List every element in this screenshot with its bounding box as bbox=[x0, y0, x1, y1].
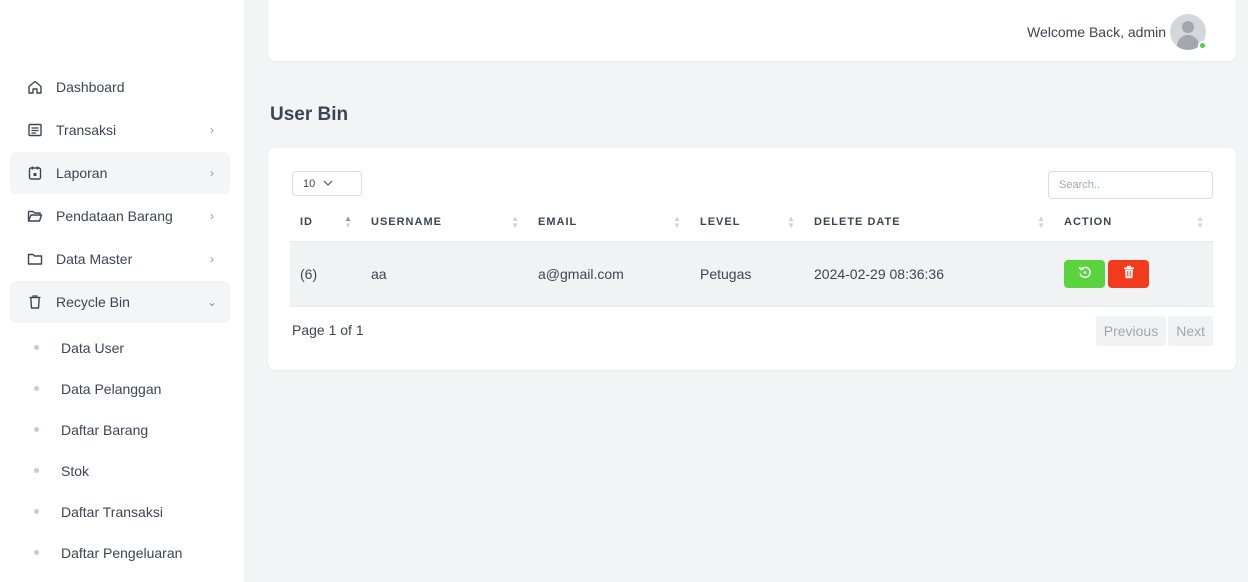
cell-username: aa bbox=[361, 241, 528, 307]
cell-id: (6) bbox=[290, 241, 361, 307]
submenu-item-label: Stok bbox=[61, 462, 90, 479]
sidebar-item-label: Transaksi bbox=[56, 122, 117, 138]
submenu-item-daftar-transaksi[interactable]: Daftar Transaksi bbox=[10, 491, 230, 532]
sort-icon: ▲ ▼ bbox=[1196, 214, 1205, 230]
submenu-item-daftar-pengeluaran[interactable]: Daftar Pengeluaran bbox=[10, 532, 230, 573]
sidebar-item-recycle-bin[interactable]: Recycle Bin ⌄ bbox=[10, 281, 230, 323]
home-icon bbox=[26, 78, 44, 96]
column-header-id[interactable]: ID ▲ ▼ bbox=[290, 204, 361, 242]
search-input[interactable] bbox=[1048, 171, 1213, 199]
bullet-icon bbox=[34, 386, 39, 391]
column-header-email[interactable]: EMAIL ▲ ▼ bbox=[528, 204, 690, 242]
trash-icon bbox=[26, 293, 44, 311]
online-status-badge bbox=[1198, 41, 1207, 50]
column-header-action[interactable]: ACTION ▲ ▼ bbox=[1054, 204, 1213, 242]
bullet-icon bbox=[34, 345, 39, 350]
sidebar-item-label: Data Master bbox=[56, 251, 133, 267]
user-icon bbox=[1182, 21, 1194, 33]
submenu-item-daftar-barang[interactable]: Daftar Barang bbox=[10, 409, 230, 450]
chevron-right-icon: › bbox=[210, 252, 214, 266]
bullet-icon bbox=[34, 468, 39, 473]
sidebar-item-label: Dashboard bbox=[56, 79, 125, 95]
calendar-icon bbox=[26, 164, 44, 182]
sort-icon: ▲ ▼ bbox=[1037, 214, 1046, 230]
submenu-item-label: Daftar Pengeluaran bbox=[61, 544, 183, 561]
bullet-icon bbox=[34, 509, 39, 514]
cell-delete-date: 2024-02-29 08:36:36 bbox=[804, 241, 1054, 307]
bullet-icon bbox=[34, 427, 39, 432]
pagination: Previous Next bbox=[1094, 316, 1213, 346]
chevron-right-icon: › bbox=[210, 166, 214, 180]
sidebar-item-transaksi[interactable]: Transaksi › bbox=[10, 109, 230, 151]
sidebar-item-data-master[interactable]: Data Master › bbox=[10, 238, 230, 280]
cell-action bbox=[1054, 241, 1213, 307]
sort-icon: ▲ ▼ bbox=[787, 214, 796, 230]
sidebar-item-label: Pendataan Barang bbox=[56, 208, 173, 224]
receipt-icon bbox=[26, 121, 44, 139]
submenu-item-data-user[interactable]: Data User bbox=[10, 327, 230, 368]
top-bar: Welcome Back, admin bbox=[268, 0, 1236, 61]
cell-level: Petugas bbox=[690, 241, 804, 307]
sidebar-menu: Dashboard Transaksi › Laporan › Pendataa… bbox=[10, 66, 230, 573]
pagination-info: Page 1 of 1 bbox=[292, 322, 364, 338]
previous-button[interactable]: Previous bbox=[1095, 316, 1167, 346]
user-bin-table: ID ▲ ▼ USERNAME ▲ ▼ EMAIL ▲ ▼ LEVEL ▲ ▼ DELETE D… bbox=[290, 204, 1213, 307]
page-title: User Bin bbox=[270, 104, 349, 125]
sidebar: Dashboard Transaksi › Laporan › Pendataa… bbox=[0, 0, 244, 582]
restore-button[interactable] bbox=[1064, 259, 1105, 288]
chevron-right-icon: › bbox=[210, 209, 214, 223]
submenu-item-label: Daftar Barang bbox=[61, 421, 149, 438]
table-card: 10 ID▲▼ USERNAME▲▼ EMAIL▲▼ LEVEL▲▼ DELET… bbox=[268, 148, 1236, 370]
page-length-select[interactable]: 10 bbox=[292, 171, 362, 196]
page-length-value: 10 bbox=[303, 177, 316, 190]
sort-icon: ▲ ▼ bbox=[673, 214, 682, 230]
sidebar-item-label: Recycle Bin bbox=[56, 294, 130, 310]
trash-icon bbox=[1123, 265, 1135, 282]
bullet-icon bbox=[34, 550, 39, 555]
sidebar-item-pendataan-barang[interactable]: Pendataan Barang › bbox=[10, 195, 230, 237]
sidebar-item-label: Laporan bbox=[56, 165, 108, 181]
delete-button[interactable] bbox=[1108, 259, 1149, 288]
sort-icon: ▲ ▼ bbox=[344, 214, 353, 230]
sort-icon: ▲ ▼ bbox=[511, 214, 520, 230]
column-header-level[interactable]: LEVEL ▲ ▼ bbox=[690, 204, 804, 242]
folder-icon bbox=[26, 250, 44, 268]
restore-icon bbox=[1078, 265, 1092, 282]
chevron-down-icon bbox=[323, 178, 333, 189]
submenu-item-label: Daftar Transaksi bbox=[61, 503, 163, 520]
chevron-down-icon: ⌄ bbox=[206, 295, 218, 309]
submenu-item-stok[interactable]: Stok bbox=[10, 450, 230, 491]
table-row: (6) aa a@gmail.com Petugas 2024-02-29 08… bbox=[290, 241, 1213, 307]
cell-email: a@gmail.com bbox=[528, 241, 690, 307]
table-header-row: ID ▲ ▼ USERNAME ▲ ▼ EMAIL ▲ ▼ LEVEL ▲ ▼ DELETE D… bbox=[290, 204, 1213, 242]
sidebar-item-dashboard[interactable]: Dashboard bbox=[10, 66, 230, 108]
recycle-bin-submenu: Data User Data Pelanggan Daftar Barang S… bbox=[10, 327, 230, 573]
submenu-item-data-pelanggan[interactable]: Data Pelanggan bbox=[10, 368, 230, 409]
submenu-item-label: Data User bbox=[61, 339, 125, 356]
sidebar-item-laporan[interactable]: Laporan › bbox=[10, 152, 230, 194]
next-button[interactable]: Next bbox=[1168, 316, 1213, 346]
column-header-delete-date[interactable]: DELETE DATE ▲ ▼ bbox=[804, 204, 1054, 242]
chevron-right-icon: › bbox=[210, 123, 214, 137]
folder-open-icon bbox=[26, 207, 44, 225]
submenu-item-label: Data Pelanggan bbox=[61, 380, 162, 397]
welcome-text: Welcome Back, admin bbox=[1026, 24, 1166, 40]
column-header-username[interactable]: USERNAME ▲ ▼ bbox=[361, 204, 528, 242]
